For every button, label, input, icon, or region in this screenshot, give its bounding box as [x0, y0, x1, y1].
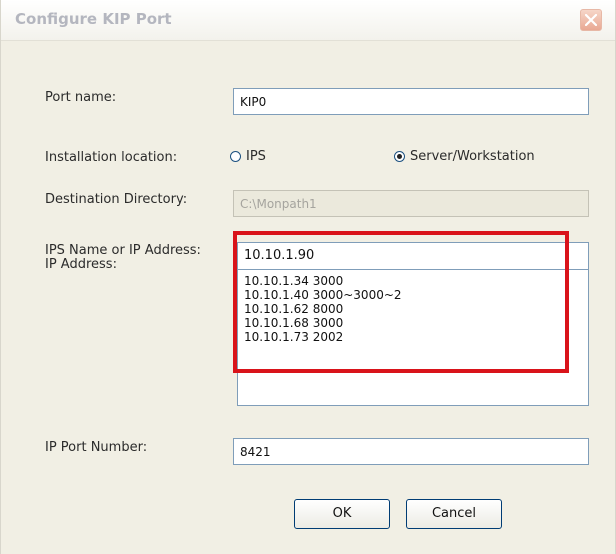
configure-kip-port-dialog: Configure KIP Port Port name: KIP0 Insta…	[0, 0, 616, 554]
ip-address-list[interactable]: 10.10.1.34 3000 10.10.1.40 3000~3000~2 1…	[237, 269, 589, 406]
list-item[interactable]: 10.10.1.34 3000	[244, 274, 582, 288]
radio-ips-label: IPS	[246, 149, 266, 164]
title-bar[interactable]: Configure KIP Port	[1, 0, 615, 41]
cancel-button[interactable]: Cancel	[406, 499, 502, 529]
window-title: Configure KIP Port	[15, 10, 172, 28]
ips-name-label: IPS Name or IP Address: IP Address:	[45, 243, 201, 272]
list-item[interactable]: 10.10.1.40 3000~3000~2	[244, 288, 582, 302]
list-item[interactable]: 10.10.1.68 3000	[244, 316, 582, 330]
ips-name-input[interactable]: 10.10.1.90	[237, 242, 589, 270]
radio-server-workstation-indicator[interactable]	[394, 151, 405, 162]
port-name-input[interactable]: KIP0	[233, 88, 589, 115]
radio-ips[interactable]: IPS	[230, 149, 290, 165]
close-button[interactable]	[580, 9, 602, 31]
ok-button[interactable]: OK	[294, 499, 390, 529]
list-item[interactable]: 10.10.1.73 2002	[244, 330, 582, 344]
radio-server-workstation-label: Server/Workstation	[410, 149, 535, 164]
ip-port-number-input[interactable]: 8421	[233, 438, 589, 465]
installation-location-label: Installation location:	[45, 150, 178, 165]
radio-ips-indicator[interactable]	[230, 151, 241, 162]
destination-directory-label: Destination Directory:	[45, 192, 188, 207]
radio-server-workstation[interactable]: Server/Workstation	[394, 149, 544, 165]
close-icon	[585, 14, 597, 26]
destination-directory-input: C:\Monpath1	[233, 190, 589, 217]
list-item[interactable]: 10.10.1.62 8000	[244, 302, 582, 316]
ip-port-number-label: IP Port Number:	[45, 440, 148, 455]
port-name-label: Port name:	[45, 90, 117, 105]
